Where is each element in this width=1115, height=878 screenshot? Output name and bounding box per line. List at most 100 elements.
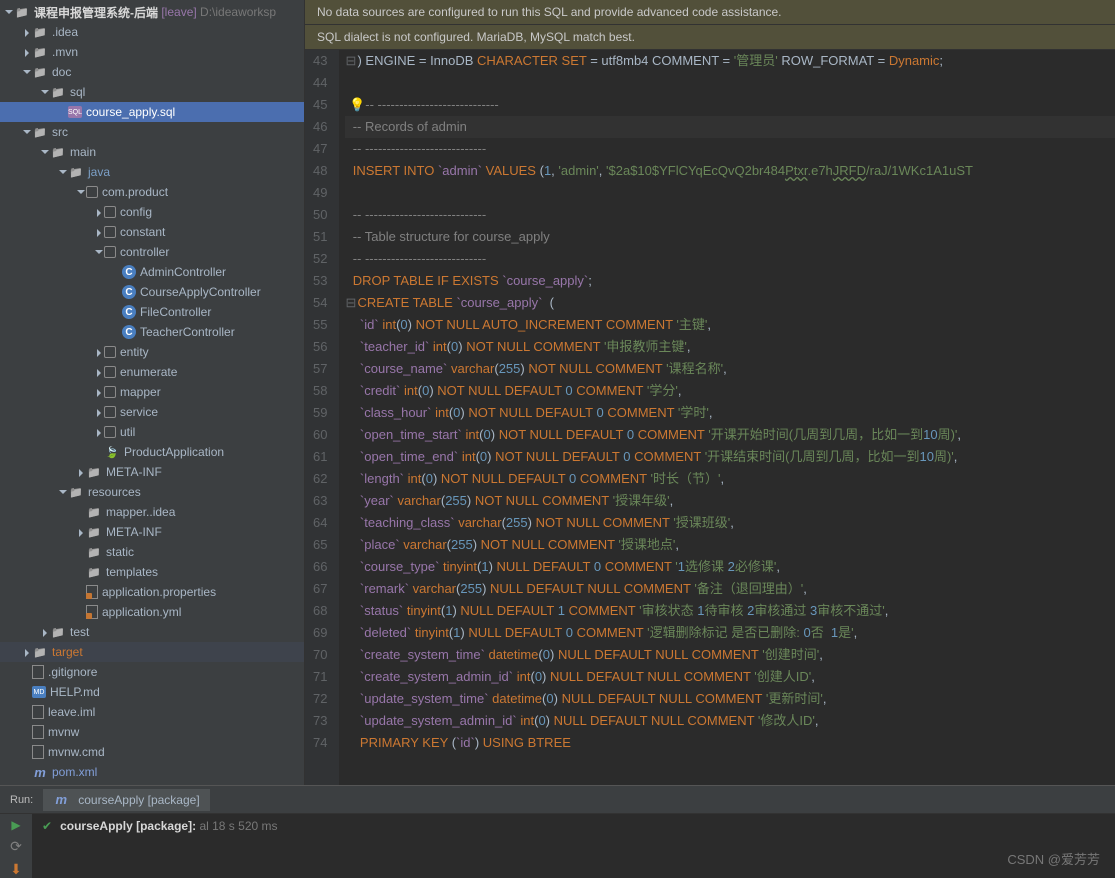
- sql-file-icon: [68, 106, 82, 118]
- tree-item-metainf2[interactable]: META-INF: [0, 522, 304, 542]
- maven-icon: [32, 764, 48, 780]
- package-icon: [104, 346, 116, 358]
- tree-item-mapper[interactable]: mapper: [0, 382, 304, 402]
- chevron-right-icon: [38, 626, 50, 638]
- banner-datasource[interactable]: No data sources are configured to run th…: [305, 0, 1115, 25]
- tree-item-mvn[interactable]: .mvn: [0, 42, 304, 62]
- folder-icon: [50, 84, 66, 100]
- class-icon: [122, 325, 136, 339]
- tree-item-course-apply-controller[interactable]: CourseApplyController: [0, 282, 304, 302]
- tree-item-resources[interactable]: resources: [0, 482, 304, 502]
- chevron-down-icon: [20, 66, 32, 78]
- tree-item-idea[interactable]: .idea: [0, 22, 304, 42]
- tree-item-templates[interactable]: templates: [0, 562, 304, 582]
- folder-icon: [14, 4, 30, 20]
- tree-item-gitignore[interactable]: .gitignore: [0, 662, 304, 682]
- markdown-icon: [32, 686, 46, 698]
- tree-item-test[interactable]: test: [0, 622, 304, 642]
- chevron-down-icon: [38, 86, 50, 98]
- tree-item-mvnw[interactable]: mvnw: [0, 722, 304, 742]
- chevron-right-icon: [20, 26, 32, 38]
- run-panel: Run: courseApply [package] ▶ ⟳ ⬇ ✔ cours…: [0, 785, 1115, 878]
- stop-button[interactable]: ⬇: [6, 861, 26, 878]
- file-icon: [32, 725, 44, 739]
- tree-item-product-application[interactable]: ProductApplication: [0, 442, 304, 462]
- run-button[interactable]: ▶: [6, 818, 26, 832]
- run-tools: ▶ ⟳ ⬇: [0, 814, 32, 878]
- folder-icon: [32, 44, 48, 60]
- tree-item-config[interactable]: config: [0, 202, 304, 222]
- chevron-down-icon: [2, 6, 14, 18]
- tree-item-mapper-idea[interactable]: mapper..idea: [0, 502, 304, 522]
- package-icon: [104, 426, 116, 438]
- package-icon: [104, 386, 116, 398]
- yml-icon: [86, 605, 98, 619]
- rerun-button[interactable]: ⟳: [6, 838, 26, 855]
- run-tab[interactable]: courseApply [package]: [43, 789, 209, 811]
- chevron-right-icon: [92, 386, 104, 398]
- chevron-down-icon: [74, 186, 86, 198]
- chevron-right-icon: [92, 406, 104, 418]
- folder-icon: [86, 464, 102, 480]
- tree-item-controller[interactable]: controller: [0, 242, 304, 262]
- folder-icon: [50, 624, 66, 640]
- source-code[interactable]: ⊟) ENGINE = InnoDB CHARACTER SET = utf8m…: [339, 50, 1115, 785]
- tree-item-doc[interactable]: doc: [0, 62, 304, 82]
- project-path: D:\ideaworksp: [200, 5, 276, 19]
- gutter: 4344454647484950515253545556575859606162…: [305, 50, 339, 785]
- folder-icon: [32, 24, 48, 40]
- tree-item-file-controller[interactable]: FileController: [0, 302, 304, 322]
- file-icon: [32, 665, 44, 679]
- tree-item-leave-iml[interactable]: leave.iml: [0, 702, 304, 722]
- chevron-right-icon: [74, 526, 86, 538]
- tree-item-mvnw-cmd[interactable]: mvnw.cmd: [0, 742, 304, 762]
- project-tree[interactable]: 课程申报管理系统-后端 [leave] D:\ideaworksp .idea …: [0, 0, 305, 785]
- tree-item-app-yml[interactable]: application.yml: [0, 602, 304, 622]
- tree-item-help[interactable]: HELP.md: [0, 682, 304, 702]
- tree-item-sql[interactable]: sql: [0, 82, 304, 102]
- tree-item-static[interactable]: static: [0, 542, 304, 562]
- run-output[interactable]: ✔ courseApply [package]: al 18 s 520 ms: [32, 814, 1115, 878]
- chevron-right-icon: [92, 206, 104, 218]
- tree-item-teacher-controller[interactable]: TeacherController: [0, 322, 304, 342]
- package-icon: [104, 366, 116, 378]
- tree-item-enumerate[interactable]: enumerate: [0, 362, 304, 382]
- banner-dialect[interactable]: SQL dialect is not configured. MariaDB, …: [305, 25, 1115, 50]
- chevron-down-icon: [56, 486, 68, 498]
- code-editor[interactable]: 4344454647484950515253545556575859606162…: [305, 50, 1115, 785]
- tree-item-app-props[interactable]: application.properties: [0, 582, 304, 602]
- folder-icon: [68, 164, 84, 180]
- maven-icon: [53, 792, 69, 808]
- tree-item-main[interactable]: main: [0, 142, 304, 162]
- folder-icon: [86, 544, 102, 560]
- class-icon: [122, 285, 136, 299]
- tree-item-java[interactable]: java: [0, 162, 304, 182]
- editor-panel: No data sources are configured to run th…: [305, 0, 1115, 785]
- chevron-down-icon: [20, 126, 32, 138]
- tree-item-service[interactable]: service: [0, 402, 304, 422]
- tree-item-src[interactable]: src: [0, 122, 304, 142]
- package-icon: [86, 186, 98, 198]
- chevron-right-icon: [92, 346, 104, 358]
- folder-icon: [32, 64, 48, 80]
- folder-icon: [50, 144, 66, 160]
- folder-icon: [86, 524, 102, 540]
- project-name: 课程申报管理系统-后端: [34, 4, 158, 21]
- tree-item-metainf[interactable]: META-INF: [0, 462, 304, 482]
- run-config-name: courseApply [package]:: [60, 819, 196, 833]
- project-root[interactable]: 课程申报管理系统-后端 [leave] D:\ideaworksp: [0, 2, 304, 22]
- project-tag: [leave]: [161, 5, 196, 19]
- tree-item-constant[interactable]: constant: [0, 222, 304, 242]
- package-icon: [104, 406, 116, 418]
- folder-icon: [32, 124, 48, 140]
- chevron-right-icon: [92, 426, 104, 438]
- tree-item-util[interactable]: util: [0, 422, 304, 442]
- tree-item-target[interactable]: target: [0, 642, 304, 662]
- tree-item-pom-xml[interactable]: pom.xml: [0, 762, 304, 782]
- tree-item-entity[interactable]: entity: [0, 342, 304, 362]
- file-icon: [32, 705, 44, 719]
- class-icon: [122, 305, 136, 319]
- tree-item-course-apply-sql[interactable]: course_apply.sql: [0, 102, 304, 122]
- tree-item-package[interactable]: com.product: [0, 182, 304, 202]
- tree-item-admin-controller[interactable]: AdminController: [0, 262, 304, 282]
